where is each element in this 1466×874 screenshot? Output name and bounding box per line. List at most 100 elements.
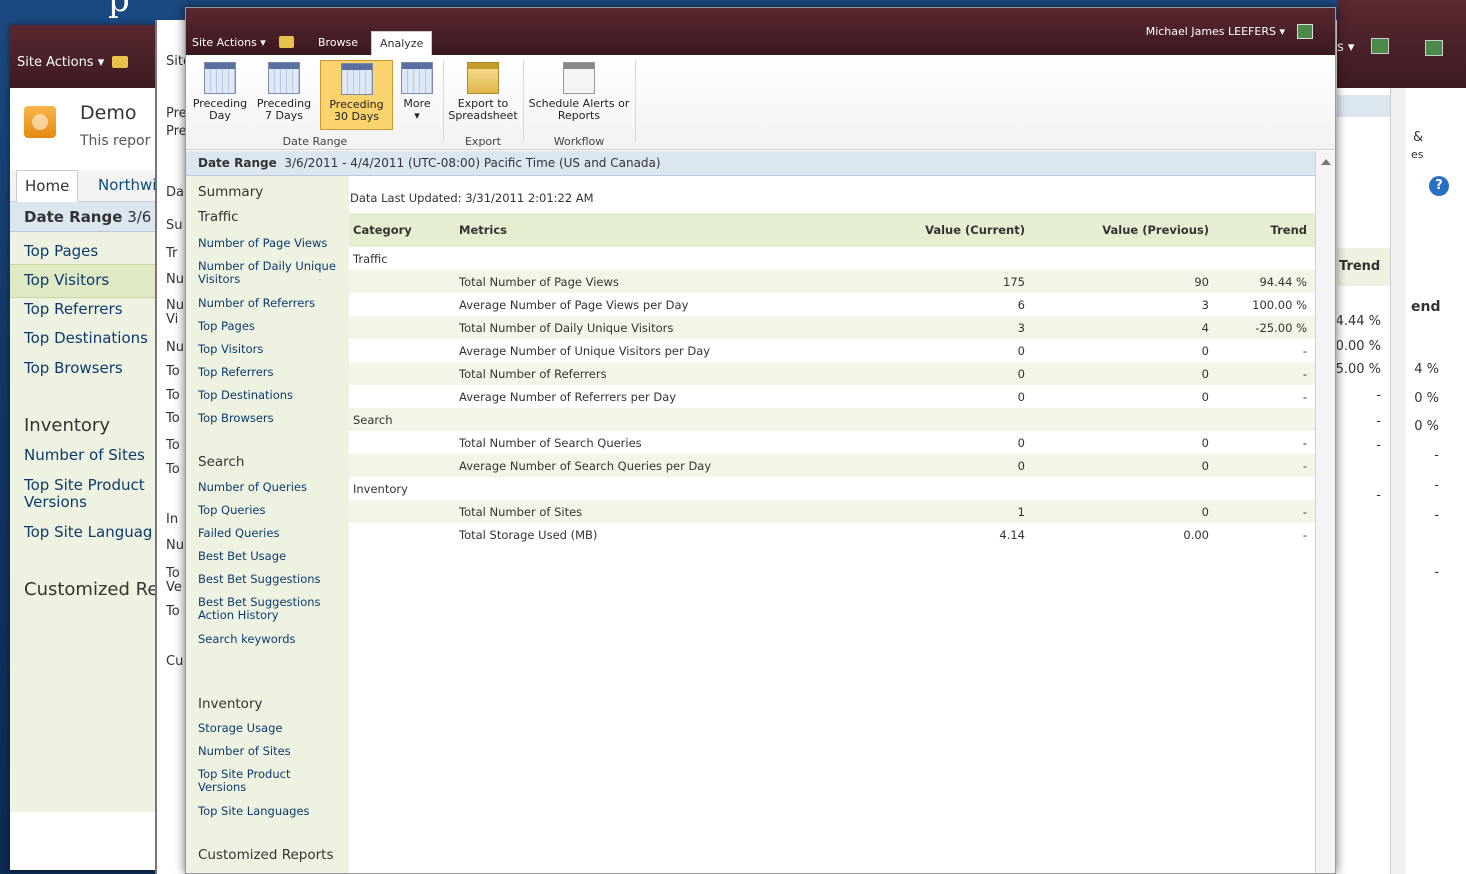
share-icon-2[interactable] bbox=[1425, 40, 1443, 56]
back-nav-item[interactable]: Versions bbox=[24, 494, 87, 511]
table-row: Total Number of Page Views 175 90 94.44 % bbox=[349, 270, 1315, 293]
table-row: Total Number of Daily Unique Visitors 3 4 -… bbox=[349, 316, 1315, 339]
mid-strip-text: Su bbox=[166, 218, 183, 233]
schedule-alerts-button[interactable]: Schedule Alerts or Reports bbox=[528, 60, 630, 130]
row-current-value: 0 bbox=[1017, 343, 1025, 358]
preceding-7-days-button[interactable]: Preceding 7 Days bbox=[252, 60, 316, 130]
right-trend-value-2: 0 % bbox=[1414, 391, 1439, 406]
nav-best-bet-usage[interactable]: Best Bet Usage bbox=[198, 550, 286, 563]
right-trend-value: 5.00 % bbox=[1337, 362, 1381, 377]
more-button[interactable]: More ▾ bbox=[396, 60, 438, 130]
preceding-day-button[interactable]: Preceding Day bbox=[190, 60, 250, 130]
row-metric: Average Number of Search Queries per Day bbox=[459, 458, 712, 473]
mid-strip-text: Site bbox=[166, 54, 187, 69]
nav-failed-queries[interactable]: Failed Queries bbox=[198, 527, 279, 540]
mid-strip-text: Pre bbox=[166, 106, 187, 121]
nav-best-bet-history-line2[interactable]: Action History bbox=[198, 609, 279, 622]
summary-report: Data Last Updated: 3/31/2011 2:01:22 AM … bbox=[349, 176, 1315, 873]
mid-strip-text: Tr bbox=[166, 246, 178, 261]
share-icon[interactable] bbox=[1297, 24, 1313, 39]
last-updated-text: Data Last Updated: 3/31/2011 2:01:22 AM bbox=[350, 191, 594, 205]
back-nav-item[interactable]: Number of Sites bbox=[24, 447, 145, 464]
mid-strip-text: To bbox=[166, 438, 180, 453]
navigate-up-icon[interactable] bbox=[112, 56, 129, 68]
mid-strip-text: Cu bbox=[166, 654, 184, 669]
nav-top-product-line2[interactable]: Versions bbox=[198, 781, 246, 794]
back-nav-item[interactable]: Top Site Product bbox=[24, 477, 145, 494]
nav-queries[interactable]: Number of Queries bbox=[198, 481, 307, 494]
row-metric: Total Number of Page Views bbox=[459, 274, 619, 289]
back-nav-item[interactable]: Top Referrers bbox=[24, 301, 123, 318]
nav-number-of-sites[interactable]: Number of Sites bbox=[198, 745, 291, 758]
site-actions-menu[interactable]: Site Actions ▾ bbox=[192, 36, 266, 49]
web-analytics-dialog: Site Actions ▾ Browse Analyze Michael Ja… bbox=[185, 7, 1336, 874]
nav-top-browsers[interactable]: Top Browsers bbox=[198, 412, 274, 425]
back-left-nav: SummaryTrafficNumber of Page VNumber of … bbox=[10, 232, 158, 812]
back-nav-item: Customized Rep bbox=[24, 579, 158, 600]
row-current-value: 0 bbox=[1017, 389, 1025, 404]
header-metrics: Metrics bbox=[459, 223, 508, 237]
help-icon[interactable]: ? bbox=[1429, 176, 1449, 196]
row-metric: Total Number of Sites bbox=[459, 504, 583, 519]
tab-analyze[interactable]: Analyze bbox=[371, 31, 433, 55]
nav-top-queries[interactable]: Top Queries bbox=[198, 504, 265, 517]
nav-storage-usage[interactable]: Storage Usage bbox=[198, 722, 282, 735]
back-nav-item[interactable]: Top Destinations bbox=[24, 330, 148, 347]
dialog-scrollbar[interactable] bbox=[1315, 151, 1335, 873]
nav-top-destinations[interactable]: Top Destinations bbox=[198, 389, 293, 402]
nav-page-views[interactable]: Number of Page Views bbox=[198, 237, 327, 250]
nav-search-keywords[interactable]: Search keywords bbox=[198, 633, 296, 646]
nav-customized-reports[interactable]: Customized Reports bbox=[198, 848, 334, 862]
calendar-stack-icon bbox=[401, 62, 433, 94]
back-site-description: This repor bbox=[80, 133, 151, 149]
row-trend: -25.00 % bbox=[1255, 320, 1307, 335]
back-site-title[interactable]: Demo bbox=[80, 102, 136, 124]
row-metric: Average Number of Page Views per Day bbox=[459, 297, 689, 312]
right-trend-header: Trend bbox=[1337, 248, 1390, 286]
header-category: Category bbox=[353, 223, 412, 237]
nav-top-referrers[interactable]: Top Referrers bbox=[198, 366, 274, 379]
mid-strip-text: In bbox=[166, 512, 179, 527]
ribbon-separator bbox=[635, 60, 636, 142]
row-metric: Total Number of Referrers bbox=[459, 366, 607, 381]
share-icon[interactable] bbox=[1371, 38, 1389, 54]
right-es: es bbox=[1411, 148, 1424, 161]
back-nav-second[interactable]: Northwi bbox=[90, 170, 164, 202]
row-trend: - bbox=[1302, 389, 1307, 404]
export-to-spreadsheet-button[interactable]: Export to Spreadsheet bbox=[448, 60, 518, 130]
nav-referrers[interactable]: Number of Referrers bbox=[198, 297, 315, 310]
row-previous-value: 0 bbox=[1201, 504, 1209, 519]
back-nav-home[interactable]: Home bbox=[16, 170, 79, 202]
right-back-window: s ▾ & es ? Trend end 4.44 % 0.00 % 5.00 % -… bbox=[1337, 0, 1466, 874]
right-amp: & bbox=[1413, 130, 1424, 145]
nav-best-bet-suggestions[interactable]: Best Bet Suggestions bbox=[198, 573, 321, 586]
preceding-30-days-button[interactable]: Preceding 30 Days bbox=[320, 60, 393, 130]
nav-top-languages[interactable]: Top Site Languages bbox=[198, 805, 310, 818]
row-current-value: 0 bbox=[1017, 366, 1025, 381]
navigate-up-icon[interactable] bbox=[279, 36, 294, 48]
row-trend: - bbox=[1302, 435, 1307, 450]
nav-top-pages[interactable]: Top Pages bbox=[198, 320, 255, 333]
tab-browse[interactable]: Browse bbox=[310, 31, 366, 55]
row-current-value: 3 bbox=[1017, 320, 1025, 335]
row-previous-value: 0 bbox=[1201, 389, 1209, 404]
header-trend: Trend bbox=[1270, 223, 1307, 237]
back-nav-item[interactable]: Top Visitors bbox=[24, 272, 109, 289]
right-scrollbar[interactable] bbox=[1390, 88, 1406, 874]
row-metric: Total Number of Search Queries bbox=[459, 435, 642, 450]
table-row: Inventory bbox=[349, 477, 1315, 500]
back-nav-item[interactable]: Top Pages bbox=[24, 243, 98, 260]
row-metric: Total Storage Used (MB) bbox=[459, 527, 598, 542]
user-menu[interactable]: Michael James LEEFERS ▾ bbox=[1146, 25, 1285, 38]
calendar-icon bbox=[268, 62, 300, 94]
right-trend-value: - bbox=[1376, 488, 1381, 503]
nav-top-visitors[interactable]: Top Visitors bbox=[198, 343, 263, 356]
nav-summary[interactable]: Summary bbox=[198, 185, 263, 199]
back-site-actions-menu[interactable]: Site Actions ▾ bbox=[17, 55, 129, 70]
row-current-value: 0 bbox=[1017, 458, 1025, 473]
nav-section-traffic: Traffic bbox=[198, 209, 239, 225]
back-nav-item[interactable]: Top Browsers bbox=[24, 360, 123, 377]
back-nav-item[interactable]: Top Site Languag bbox=[24, 524, 152, 541]
nav-daily-unique-line2[interactable]: Visitors bbox=[198, 273, 240, 286]
mid-strip-text: Nu bbox=[166, 298, 184, 313]
